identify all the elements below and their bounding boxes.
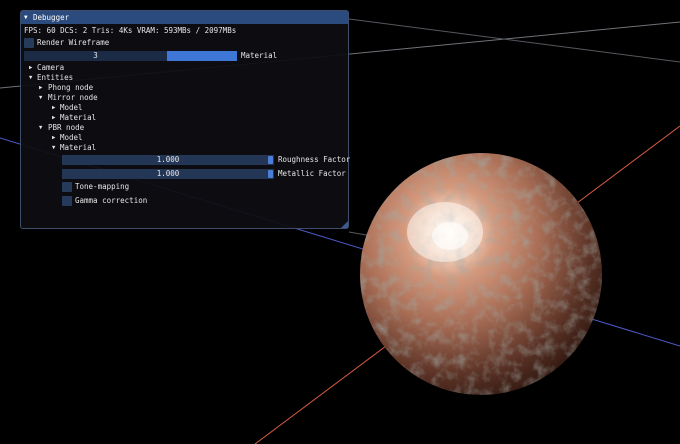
triangle-right-icon[interactable]: ▶ [52,103,55,113]
tree-node-mirror-model[interactable]: Model [60,103,83,113]
material-slider-value: 3 [93,51,98,60]
debugger-window[interactable]: ▼ Debugger FPS: 60 DCS: 2 Tris: 4Ks VRAM… [20,10,351,229]
resize-grip[interactable] [341,221,348,228]
material-slider-label: Material [241,51,278,60]
triangle-down-icon[interactable]: ▼ [52,143,55,153]
roughness-factor-slider[interactable]: 1.000 [62,155,274,165]
gamma-correction-checkbox[interactable] [62,196,72,206]
tree-node-pbr-model[interactable]: Model [60,133,83,143]
tone-mapping-checkbox[interactable] [62,182,72,192]
gamma-correction-label: Gamma correction [75,196,148,205]
metallic-slider-grab[interactable] [268,170,273,178]
collapse-triangle-icon[interactable]: ▼ [24,11,28,24]
material-slider[interactable]: 3 [24,51,167,61]
tree-node-mirror-material[interactable]: Material [60,113,96,123]
tone-mapping-label: Tone-mapping [75,182,130,191]
triangle-down-icon[interactable]: ▼ [39,93,42,103]
roughness-label: Roughness Factor [278,155,351,164]
metallic-value: 1.000 [156,169,180,178]
triangle-right-icon[interactable]: ▶ [52,133,55,143]
stats-text: FPS: 60 DCS: 2 Tris: 4Ks VRAM: 593MBs / … [24,26,237,35]
triangle-right-icon[interactable]: ▶ [52,113,55,123]
debugger-title-bar[interactable]: ▼ Debugger [21,11,348,24]
metallic-label: Metallic Factor [278,169,346,178]
triangle-down-icon[interactable]: ▼ [29,73,32,83]
triangle-down-icon[interactable]: ▼ [39,123,42,133]
tree-node-phong[interactable]: Phong node [48,83,93,93]
metallic-factor-slider[interactable]: 1.000 [62,169,274,179]
triangle-right-icon[interactable]: ▶ [39,83,42,93]
roughness-slider-grab[interactable] [268,156,273,164]
pbr-sphere [360,153,602,395]
tree-node-pbr[interactable]: PBR node [48,123,84,133]
render-wireframe-checkbox[interactable] [24,38,34,48]
window-title: Debugger [33,13,70,22]
tree-node-camera[interactable]: Camera [37,63,64,73]
tree-node-pbr-material[interactable]: Material [60,143,96,153]
triangle-right-icon[interactable]: ▶ [29,63,32,73]
render-wireframe-label: Render Wireframe [37,38,110,47]
roughness-value: 1.000 [156,155,180,164]
tree-node-entities[interactable]: Entities [37,73,73,83]
tree-node-mirror[interactable]: Mirror node [48,93,98,103]
material-slider-grab[interactable] [167,51,237,61]
